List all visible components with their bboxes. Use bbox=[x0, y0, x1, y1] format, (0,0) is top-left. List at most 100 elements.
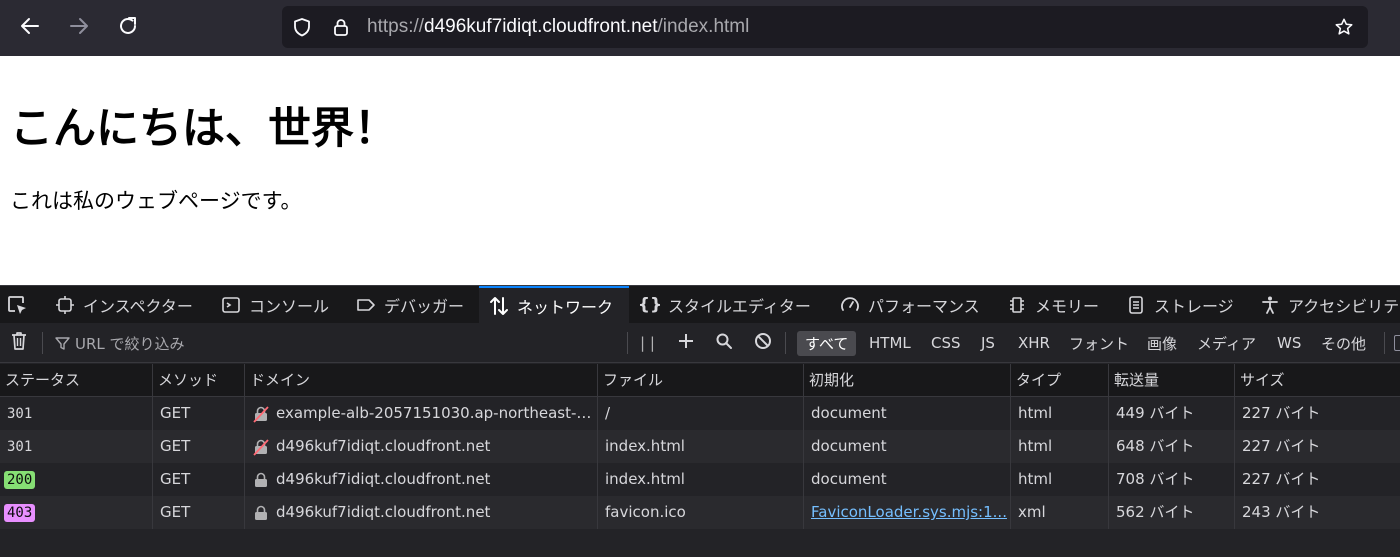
accessibility-icon bbox=[1259, 294, 1281, 316]
tab-performance[interactable]: パフォーマンス bbox=[839, 286, 980, 323]
column-header-initiator[interactable]: 初期化 bbox=[804, 364, 1011, 397]
tab-label: インスペクター bbox=[83, 296, 193, 316]
type-cell: html bbox=[1011, 430, 1109, 463]
tab-debugger[interactable]: デバッガー bbox=[355, 286, 464, 323]
filter-type-label: CSS bbox=[931, 334, 961, 352]
column-header-transferred[interactable]: 転送量 bbox=[1109, 364, 1235, 397]
lock-icon bbox=[252, 471, 270, 489]
filter-type-label: 画像 bbox=[1147, 334, 1178, 353]
element-picker-button[interactable] bbox=[6, 286, 34, 323]
filter-type-other[interactable]: その他 bbox=[1321, 323, 1366, 363]
gauge-icon bbox=[839, 294, 861, 316]
domain-text: d496kuf7idiqt.cloudfront.net bbox=[276, 470, 491, 488]
column-header-size[interactable]: サイズ bbox=[1235, 364, 1400, 397]
insecure-lock-icon bbox=[252, 405, 270, 423]
size-cell: 227 バイト bbox=[1242, 437, 1321, 455]
tab-console[interactable]: コンソール bbox=[220, 286, 329, 323]
toolbar-divider bbox=[627, 332, 628, 354]
transferred-cell: 562 バイト bbox=[1109, 496, 1235, 529]
trash-icon bbox=[9, 330, 29, 356]
tab-inspector[interactable]: インスペクター bbox=[54, 286, 193, 323]
url-filter-input[interactable]: URL で絞り込み bbox=[55, 323, 615, 363]
url-bar[interactable]: https://d496kuf7idiqt.cloudfront.net/ind… bbox=[282, 6, 1368, 48]
table-row[interactable]: 403 GET d496kuf7idiqt.cloudfront.net fav… bbox=[0, 496, 1400, 529]
filter-type-html[interactable]: HTML bbox=[869, 323, 911, 363]
web-page-content: こんにちは、世界！ これは私のウェブページです。 bbox=[0, 56, 1400, 285]
disable-cache-checkbox[interactable] bbox=[1394, 323, 1400, 363]
filter-type-js[interactable]: JS bbox=[981, 323, 995, 363]
url-scheme: https:// bbox=[367, 16, 425, 37]
back-button[interactable] bbox=[16, 14, 44, 42]
type-cell: html bbox=[1011, 463, 1109, 496]
bookmark-star-icon[interactable] bbox=[1334, 17, 1354, 37]
status-badge: 403 bbox=[4, 504, 36, 522]
tab-storage[interactable]: ストレージ bbox=[1125, 286, 1234, 323]
url-text[interactable]: https://d496kuf7idiqt.cloudfront.net/ind… bbox=[367, 6, 749, 48]
shield-icon[interactable] bbox=[292, 17, 312, 37]
method-cell: GET bbox=[153, 430, 245, 463]
column-header-type[interactable]: タイプ bbox=[1011, 364, 1109, 397]
forward-arrow-icon bbox=[68, 15, 90, 41]
filter-type-ws[interactable]: WS bbox=[1277, 323, 1301, 363]
insecure-lock-icon bbox=[252, 438, 270, 456]
network-toolbar: URL で絞り込み | | すべて HTML CSS JS XHR フォント 画… bbox=[0, 323, 1400, 363]
clear-requests-button[interactable] bbox=[9, 323, 29, 363]
filter-type-images[interactable]: 画像 bbox=[1147, 323, 1177, 363]
filter-type-xhr[interactable]: XHR bbox=[1018, 323, 1050, 363]
file-cell: / bbox=[598, 397, 804, 430]
lock-icon bbox=[252, 504, 270, 522]
forward-button[interactable] bbox=[65, 14, 93, 42]
method-cell: GET bbox=[153, 496, 245, 529]
column-header-status[interactable]: ステータス bbox=[0, 364, 153, 397]
url-host: d496kuf7idiqt.cloudfront.net bbox=[424, 16, 658, 37]
table-row[interactable]: 301 GET d496kuf7idiqt.cloudfront.net ind… bbox=[0, 430, 1400, 463]
devtools-panel: インスペクター コンソール デバッガー ネットワーク {} スタイルエディター … bbox=[0, 285, 1400, 557]
block-urls-button[interactable] bbox=[754, 323, 772, 363]
tab-style-editor[interactable]: {} スタイルエディター bbox=[638, 286, 811, 323]
column-header-method[interactable]: メソッド bbox=[153, 364, 245, 397]
browser-toolbar: https://d496kuf7idiqt.cloudfront.net/ind… bbox=[0, 0, 1400, 56]
tab-label: ストレージ bbox=[1154, 296, 1234, 316]
page-heading: こんにちは、世界！ bbox=[10, 104, 397, 154]
checkbox-icon bbox=[1394, 335, 1400, 351]
type-cell: html bbox=[1011, 397, 1109, 430]
filter-type-css[interactable]: CSS bbox=[931, 323, 961, 363]
search-requests-button[interactable] bbox=[715, 323, 733, 363]
devtools-tab-bar: インスペクター コンソール デバッガー ネットワーク {} スタイルエディター … bbox=[0, 285, 1400, 323]
table-row[interactable]: 301 GET example-alb-2057151030.ap-northe… bbox=[0, 397, 1400, 430]
console-icon bbox=[220, 294, 242, 316]
back-arrow-icon bbox=[19, 15, 41, 41]
table-row[interactable]: 200 GET d496kuf7idiqt.cloudfront.net ind… bbox=[0, 463, 1400, 496]
filter-type-media[interactable]: メディア bbox=[1197, 323, 1256, 363]
type-cell: xml bbox=[1011, 496, 1109, 529]
size-cell: 227 バイト bbox=[1242, 470, 1321, 488]
plus-icon bbox=[677, 332, 695, 354]
toolbar-divider bbox=[1384, 332, 1385, 354]
tab-network[interactable]: ネットワーク bbox=[479, 286, 629, 323]
reload-icon bbox=[117, 15, 139, 41]
reload-button[interactable] bbox=[114, 14, 142, 42]
network-table-header: ステータス メソッド ドメイン ファイル 初期化 タイプ 転送量 サイズ bbox=[0, 364, 1400, 397]
tab-accessibility[interactable]: アクセシビリティ bbox=[1259, 286, 1400, 323]
filter-type-label: その他 bbox=[1321, 334, 1367, 353]
toolbar-divider bbox=[42, 332, 43, 354]
tab-label: デバッガー bbox=[384, 296, 465, 316]
lock-icon[interactable] bbox=[331, 17, 351, 37]
add-request-button[interactable] bbox=[677, 323, 695, 363]
column-header-domain[interactable]: ドメイン bbox=[245, 364, 598, 397]
tab-label: スタイルエディター bbox=[668, 296, 811, 316]
tab-memory[interactable]: メモリー bbox=[1006, 286, 1099, 323]
column-header-file[interactable]: ファイル bbox=[598, 364, 804, 397]
page-paragraph: これは私のウェブページです。 bbox=[10, 189, 302, 213]
tab-label: ネットワーク bbox=[517, 297, 614, 317]
filter-type-label: XHR bbox=[1018, 334, 1050, 352]
debugger-icon bbox=[355, 294, 377, 316]
pause-recording-button[interactable]: | | bbox=[640, 323, 655, 363]
filter-type-fonts[interactable]: フォント bbox=[1069, 323, 1129, 363]
block-icon bbox=[754, 332, 772, 354]
url-filter-placeholder: URL で絞り込み bbox=[75, 334, 185, 353]
initiator-link[interactable]: FaviconLoader.sys.mjs:1... bbox=[811, 503, 1007, 521]
file-cell: index.html bbox=[598, 430, 804, 463]
toolbar-divider bbox=[785, 332, 786, 354]
filter-type-all[interactable]: すべて bbox=[797, 323, 857, 363]
